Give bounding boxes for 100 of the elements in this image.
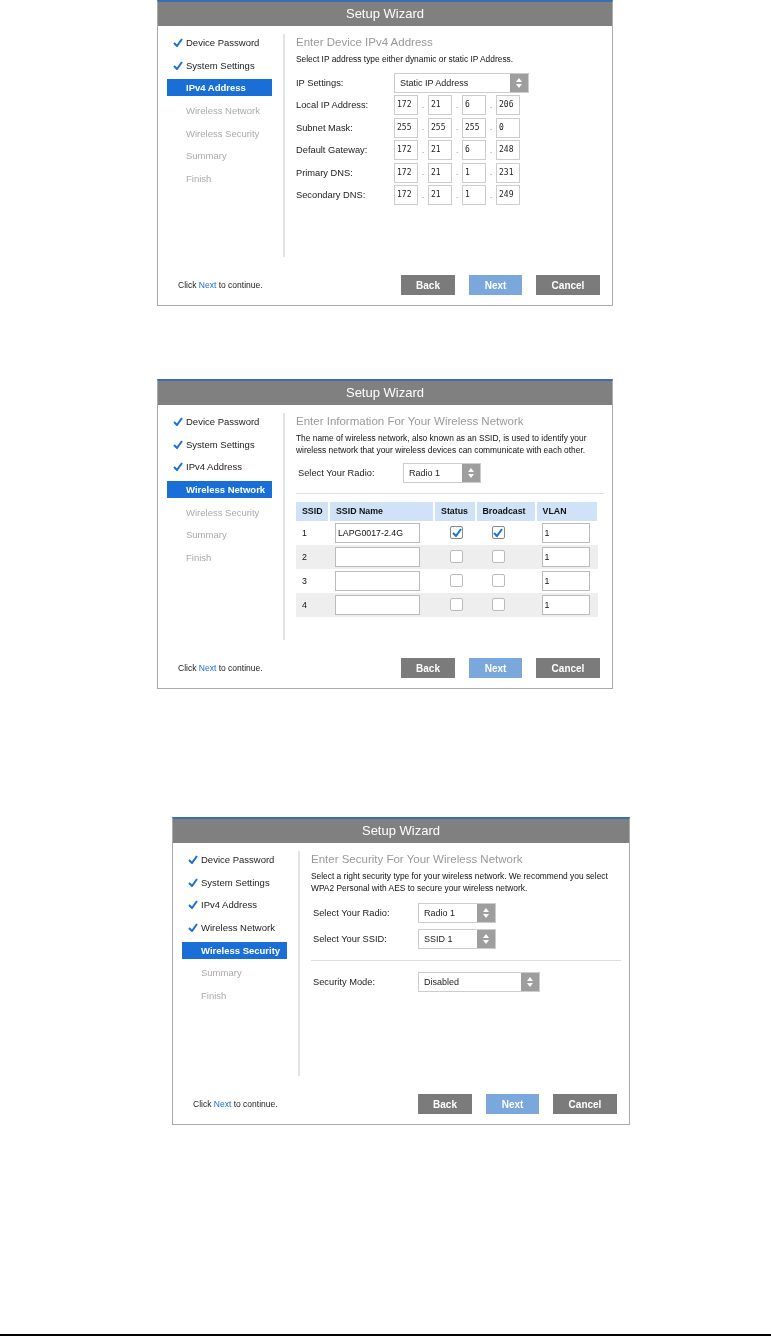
- wizard-button[interactable]: Cancel: [553, 1094, 617, 1114]
- wizard-step[interactable]: Wireless Network: [182, 919, 287, 937]
- wizard-button[interactable]: Back: [401, 658, 455, 678]
- ip-separator: .: [488, 145, 494, 155]
- window-title: Setup Wizard: [158, 381, 612, 405]
- ip-separator: .: [420, 190, 426, 200]
- wizard-step[interactable]: System Settings: [167, 435, 272, 453]
- select-field[interactable]: Radio 1: [403, 463, 481, 484]
- wizard-step[interactable]: Device Password: [182, 851, 287, 868]
- ip-octet-field[interactable]: 6: [462, 140, 486, 161]
- column-header: Broadcast: [475, 501, 536, 521]
- checkbox[interactable]: [450, 526, 464, 539]
- window-title: Setup Wizard: [173, 819, 629, 843]
- field-label: Default Gateway:: [296, 145, 369, 156]
- wizard-button[interactable]: Cancel: [536, 658, 600, 678]
- ip-octet-field[interactable]: 255: [462, 117, 486, 138]
- ip-octet-field[interactable]: 21: [428, 95, 452, 116]
- select-field[interactable]: SSID 1: [418, 929, 496, 949]
- wizard-step[interactable]: System Settings: [167, 56, 272, 74]
- ip-separator: .: [454, 100, 460, 110]
- up-down-arrows-icon: [483, 908, 489, 918]
- vlan-field[interactable]: 1: [541, 522, 590, 543]
- field-label: Secondary DNS:: [296, 190, 367, 201]
- field-label: Select Your SSID:: [313, 934, 388, 944]
- check-icon: [173, 417, 183, 426]
- column-header: Status: [434, 501, 476, 521]
- ip-octet-field[interactable]: 21: [428, 162, 452, 183]
- section-heading: Enter Security For Your Wireless Network: [311, 853, 524, 865]
- select-field[interactable]: Static IP Address: [394, 72, 529, 93]
- ip-octet-field[interactable]: 248: [496, 140, 520, 161]
- up-down-arrows-icon: [483, 934, 489, 944]
- checkbox[interactable]: [491, 550, 505, 563]
- wizard-step[interactable]: Wireless Network: [167, 481, 272, 499]
- wizard-step[interactable]: IPv4 Address: [182, 896, 287, 914]
- wizard-step[interactable]: Device Password: [167, 34, 272, 51]
- ssid-name-field[interactable]: LAPG0017-2.4G: [334, 522, 420, 543]
- wizard-step[interactable]: Device Password: [167, 413, 272, 430]
- table-cell: 1: [302, 527, 307, 538]
- ip-separator: .: [420, 100, 426, 110]
- window-title: Setup Wizard: [158, 2, 612, 26]
- check-icon: [188, 923, 198, 933]
- checkbox[interactable]: [491, 598, 505, 611]
- ip-octet-field[interactable]: 172: [394, 185, 418, 206]
- ip-separator: .: [488, 100, 494, 110]
- ip-octet-field[interactable]: 1: [462, 185, 486, 206]
- next-link[interactable]: Next: [198, 663, 217, 673]
- select-field[interactable]: Radio 1: [418, 903, 496, 923]
- wizard-step[interactable]: Wireless Security: [182, 941, 287, 959]
- field-label: Security Mode:: [313, 977, 376, 987]
- check-icon: [173, 60, 183, 70]
- vlan-field[interactable]: 1: [541, 546, 590, 567]
- ip-octet-field[interactable]: 255: [428, 117, 452, 138]
- checkbox[interactable]: [450, 550, 464, 563]
- wizard-step[interactable]: IPv4 Address: [167, 79, 272, 97]
- next-link[interactable]: Next: [213, 1099, 232, 1109]
- checkbox[interactable]: [491, 526, 505, 539]
- select-field[interactable]: Disabled: [418, 972, 540, 992]
- check-icon: [173, 439, 183, 449]
- ip-octet-field[interactable]: 172: [394, 140, 418, 161]
- table-cell: 3: [302, 575, 307, 586]
- wizard-button[interactable]: Back: [401, 275, 455, 295]
- wizard-step[interactable]: System Settings: [182, 873, 287, 891]
- ssid-name-field[interactable]: [334, 594, 420, 615]
- checkbox[interactable]: [491, 574, 505, 587]
- wizard-step[interactable]: IPv4 Address: [167, 458, 272, 476]
- checkbox[interactable]: [450, 574, 464, 587]
- ip-octet-field[interactable]: 21: [428, 185, 452, 206]
- section-heading: Enter Information For Your Wireless Network: [296, 415, 525, 427]
- ssid-name-field[interactable]: [334, 546, 420, 567]
- ip-octet-field[interactable]: 206: [496, 95, 520, 116]
- ip-separator: .: [488, 123, 494, 133]
- table-cell: 2: [302, 551, 307, 562]
- ip-octet-field[interactable]: 0: [496, 117, 520, 138]
- ip-separator: .: [420, 168, 426, 178]
- ip-octet-field[interactable]: 1: [462, 162, 486, 183]
- next-link[interactable]: Next: [198, 280, 217, 290]
- vlan-field[interactable]: 1: [541, 594, 590, 615]
- hint-text: Click Next to continue.: [193, 1099, 278, 1109]
- vlan-field[interactable]: 1: [541, 570, 590, 591]
- ip-octet-field[interactable]: 255: [394, 117, 418, 138]
- table-cell: 4: [302, 599, 307, 610]
- wizard-button[interactable]: Back: [418, 1094, 472, 1114]
- check-icon: [493, 528, 503, 537]
- field-label: Subnet Mask:: [296, 122, 354, 133]
- ip-octet-field[interactable]: 172: [394, 95, 418, 116]
- ip-octet-field[interactable]: 21: [428, 140, 452, 161]
- ip-octet-field[interactable]: 172: [394, 162, 418, 183]
- check-icon: [188, 855, 198, 864]
- description-text: The name of wireless network, also known as an SSID, is used to identify your wireless network that your wireless devices can communicate with each other.: [296, 433, 588, 456]
- up-down-arrows-icon: [468, 468, 474, 479]
- ip-separator: .: [420, 123, 426, 133]
- ssid-name-field[interactable]: [334, 570, 420, 591]
- hint-text: Click Next to continue.: [178, 663, 263, 673]
- ip-octet-field[interactable]: 231: [496, 162, 520, 183]
- ip-octet-field[interactable]: 6: [462, 95, 486, 116]
- column-header: SSID: [296, 501, 329, 521]
- ip-octet-field[interactable]: 249: [496, 185, 520, 206]
- wizard-button[interactable]: Cancel: [536, 275, 600, 295]
- checkbox[interactable]: [450, 598, 464, 611]
- field-label: IP Settings:: [296, 77, 345, 88]
